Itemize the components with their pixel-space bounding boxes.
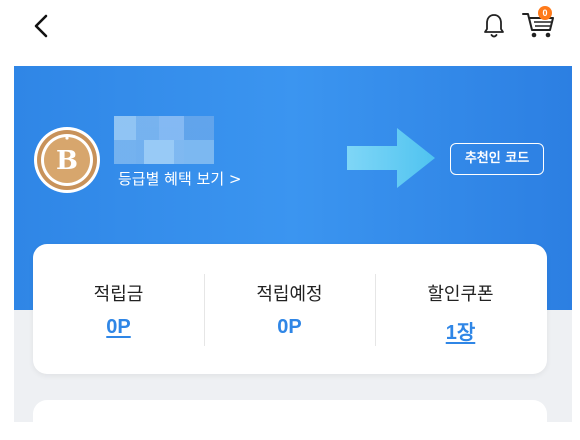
referral-code-button[interactable]: 추천인 코드 [450,143,544,175]
blurred-user-name [114,116,214,164]
stat-label: 할인쿠폰 [427,284,494,305]
arrow-right-icon [347,128,435,188]
grade-letter: B [56,146,78,176]
stat-value: 0P [277,316,302,338]
stat-points[interactable]: 적립금 0P [33,244,204,374]
grade-badge-avatar: B [34,127,100,193]
stat-label: 적립금 [93,284,144,305]
bell-icon[interactable] [482,12,506,40]
stat-coupons[interactable]: 할인쿠폰 1장 [375,244,546,374]
stat-value[interactable]: 0P [33,316,204,339]
cart-count-badge: 0 [538,6,552,20]
chevron-left-icon[interactable] [28,12,56,40]
top-navigation-bar: 0 [0,0,580,62]
stat-pending-points[interactable]: 적립예정 0P [204,244,375,374]
points-summary-card: 적립금 0P 적립예정 0P 할인쿠폰 1장 [33,244,547,374]
grade-benefits-link[interactable]: 등급별 혜택 보기 > [118,168,241,189]
stat-value[interactable]: 1장 [375,316,546,345]
stat-label: 적립예정 [256,284,323,305]
next-section-card [33,400,547,440]
